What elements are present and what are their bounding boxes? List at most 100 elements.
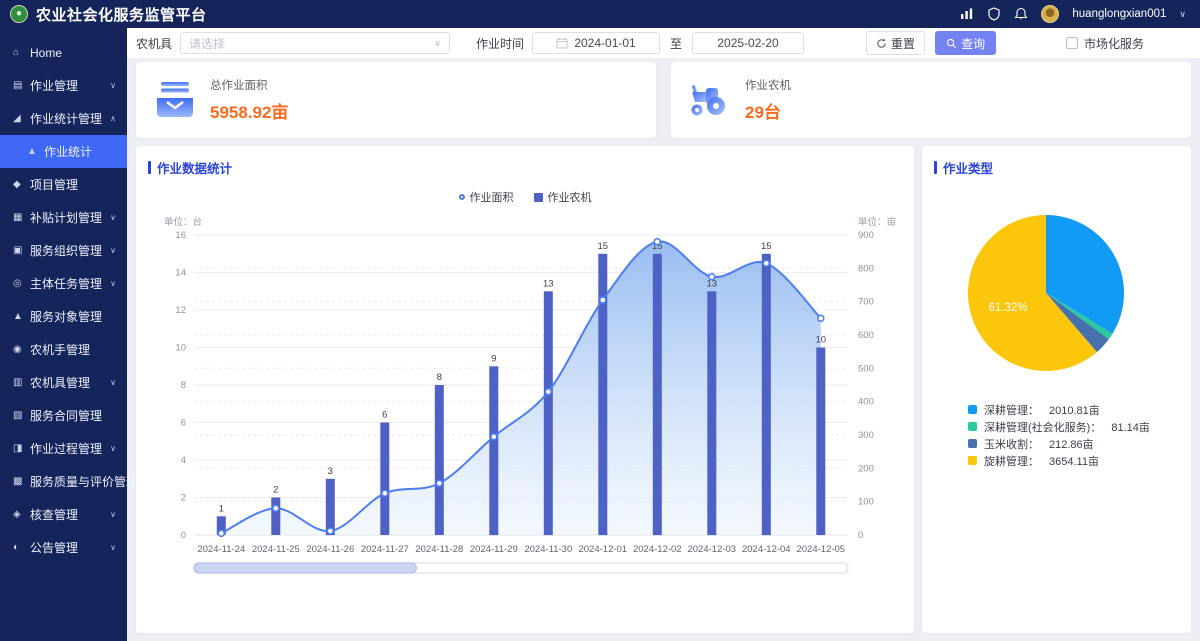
bar-2024-11-29[interactable] bbox=[489, 366, 498, 535]
line-marker-2024-11-24[interactable] bbox=[218, 530, 224, 536]
sidebar-item-project-mgmt[interactable]: ◆项目管理 bbox=[0, 168, 127, 201]
help-shield-icon[interactable] bbox=[987, 7, 1001, 21]
legend-swatch-icon bbox=[968, 439, 977, 448]
object-icon: ▲ bbox=[13, 311, 30, 322]
svg-text:2: 2 bbox=[273, 485, 278, 496]
sidebar-item-label: 服务对象管理 bbox=[30, 308, 102, 325]
combo-chart: 0246810121416010020030040050060070080090… bbox=[136, 209, 914, 583]
charts-row: 作业数据统计 作业面积作业农机 024681012141601002003004… bbox=[136, 146, 1191, 633]
sidebar-item-service-quality-eval-mgmt[interactable]: ▩服务质量与评价管理∨ bbox=[0, 465, 127, 498]
sidebar-item-label: 作业过程管理 bbox=[30, 440, 102, 457]
sidebar-item-home[interactable]: ⌂Home bbox=[0, 36, 127, 69]
bar-2024-12-03[interactable] bbox=[707, 291, 716, 535]
svg-text:0: 0 bbox=[858, 530, 863, 541]
svg-text:900: 900 bbox=[858, 230, 874, 241]
sidebar-item-job-stats-mgmt[interactable]: ◢作业统计管理∧ bbox=[0, 102, 127, 135]
sidebar-item-subsidy-plan-mgmt[interactable]: ▦补贴计划管理∨ bbox=[0, 201, 127, 234]
svg-text:500: 500 bbox=[858, 363, 874, 374]
reset-button[interactable]: 重置 bbox=[866, 31, 925, 55]
bar-2024-11-26[interactable] bbox=[326, 479, 335, 535]
sidebar-item-job-process-mgmt[interactable]: ◨作业过程管理∨ bbox=[0, 432, 127, 465]
sidebar-item-service-org-mgmt[interactable]: ▣服务组织管理∨ bbox=[0, 234, 127, 267]
line-marker-2024-11-28[interactable] bbox=[436, 480, 442, 486]
svg-text:200: 200 bbox=[858, 463, 874, 474]
bar-2024-11-25[interactable] bbox=[271, 498, 280, 536]
chevron-down-icon: ∨ bbox=[110, 543, 116, 552]
combo-chart-svg: 0246810121416010020030040050060070080090… bbox=[150, 209, 900, 583]
username[interactable]: huanglongxian001 bbox=[1072, 8, 1166, 20]
sidebar-item-job-mgmt[interactable]: ▤作业管理∨ bbox=[0, 69, 127, 102]
bar-2024-11-27[interactable] bbox=[380, 423, 389, 536]
svg-text:2024-11-27: 2024-11-27 bbox=[361, 544, 409, 555]
svg-text:2024-12-02: 2024-12-02 bbox=[633, 544, 682, 555]
sidebar-item-job-stats[interactable]: ▲作业统计 bbox=[0, 135, 127, 168]
svg-text:300: 300 bbox=[858, 430, 874, 441]
svg-text:单位：台: 单位：台 bbox=[164, 216, 202, 228]
sidebar-item-machine-operator-mgmt[interactable]: ◉农机手管理 bbox=[0, 333, 127, 366]
machine-select-label: 农机具 bbox=[136, 35, 172, 52]
date-start-value: 2024-01-01 bbox=[574, 36, 635, 50]
pie-legend-item[interactable]: 深耕管理(社会化服务)：81.14亩 bbox=[968, 418, 1191, 435]
search-button[interactable]: 查询 bbox=[935, 31, 996, 55]
line-marker-2024-11-27[interactable] bbox=[382, 490, 388, 496]
bar-2024-11-28[interactable] bbox=[435, 385, 444, 535]
date-end-input[interactable]: 2025-02-20 bbox=[692, 32, 804, 54]
chevron-up-icon: ∧ bbox=[110, 114, 116, 123]
chevron-down-icon: ∨ bbox=[110, 378, 116, 387]
line-marker-2024-12-04[interactable] bbox=[763, 260, 769, 266]
bar-2024-11-30[interactable] bbox=[544, 291, 553, 535]
svg-text:2024-11-26: 2024-11-26 bbox=[306, 544, 354, 555]
chevron-down-icon[interactable]: ∨ bbox=[1179, 9, 1186, 20]
svg-text:14: 14 bbox=[175, 268, 186, 279]
sidebar-item-inspection-mgmt[interactable]: ◈核查管理∨ bbox=[0, 498, 127, 531]
bar-2024-12-02[interactable] bbox=[653, 254, 662, 535]
market-service-toggle[interactable]: 市场化服务 bbox=[1066, 35, 1144, 52]
sidebar-item-service-object-mgmt[interactable]: ▲服务对象管理 bbox=[0, 300, 127, 333]
market-service-checkbox[interactable] bbox=[1066, 37, 1078, 49]
pie-legend-item[interactable]: 玉米收割：212.86亩 bbox=[968, 435, 1191, 452]
machine-select[interactable]: 请选择 ∨ bbox=[180, 32, 450, 54]
svg-text:8: 8 bbox=[181, 380, 186, 391]
main-content: 农机具 请选择 ∨ 作业时间 2024-01-01 至 2025-02-20 重… bbox=[127, 28, 1200, 641]
sidebar-item-label: 作业统计管理 bbox=[30, 110, 102, 127]
bar-2024-12-05[interactable] bbox=[816, 348, 825, 536]
stat-label: 总作业面积 bbox=[210, 77, 288, 93]
line-marker-2024-12-03[interactable] bbox=[709, 274, 715, 280]
chevron-down-icon: ∨ bbox=[110, 279, 116, 288]
operator-icon: ◉ bbox=[13, 344, 30, 355]
line-marker-2024-11-29[interactable] bbox=[491, 434, 497, 440]
sidebar-item-label: 核查管理 bbox=[30, 506, 78, 523]
plan-icon: ▦ bbox=[13, 212, 30, 223]
legend-line-swatch-icon bbox=[459, 194, 465, 200]
pie-legend-item[interactable]: 旋耕管理：3654.11亩 bbox=[968, 452, 1191, 469]
line-marker-2024-11-25[interactable] bbox=[273, 505, 279, 511]
tractor-icon bbox=[689, 82, 731, 118]
sidebar-item-machine-mgmt[interactable]: ▥农机具管理∨ bbox=[0, 366, 127, 399]
bell-icon[interactable] bbox=[1014, 7, 1028, 21]
sidebar-item-label: 公告管理 bbox=[30, 539, 78, 556]
stat-value: 5958.92亩 bbox=[210, 98, 288, 123]
legend-item-作业面积[interactable]: 作业面积 bbox=[459, 189, 514, 205]
sidebar-item-notice-mgmt[interactable]: ◐公告管理∨ bbox=[0, 531, 127, 564]
chart-icon[interactable] bbox=[960, 7, 974, 21]
market-service-label: 市场化服务 bbox=[1084, 35, 1144, 52]
svg-text:10: 10 bbox=[816, 335, 827, 346]
legend-item-作业农机[interactable]: 作业农机 bbox=[534, 189, 592, 205]
avatar[interactable] bbox=[1041, 5, 1059, 23]
svg-text:10: 10 bbox=[175, 343, 186, 354]
svg-text:4: 4 bbox=[181, 455, 186, 466]
line-marker-2024-12-05[interactable] bbox=[818, 315, 824, 321]
svg-text:15: 15 bbox=[598, 241, 609, 252]
date-start-input[interactable]: 2024-01-01 bbox=[532, 32, 660, 54]
sidebar-item-subject-task-mgmt[interactable]: ◎主体任务管理∨ bbox=[0, 267, 127, 300]
line-marker-2024-12-01[interactable] bbox=[600, 297, 606, 303]
data-zoom-thumb[interactable] bbox=[194, 563, 416, 573]
pie-legend-item[interactable]: 深耕管理：2010.81亩 bbox=[968, 401, 1191, 418]
chevron-down-icon: ∨ bbox=[110, 213, 116, 222]
line-marker-2024-11-30[interactable] bbox=[545, 389, 551, 395]
sidebar-menu: ⌂Home▤作业管理∨◢作业统计管理∧▲作业统计◆项目管理▦补贴计划管理∨▣服务… bbox=[0, 36, 127, 564]
sidebar-item-service-contract-mgmt[interactable]: ▧服务合同管理 bbox=[0, 399, 127, 432]
bar-2024-12-04[interactable] bbox=[762, 254, 771, 535]
line-marker-2024-11-26[interactable] bbox=[327, 528, 333, 534]
line-marker-2024-12-02[interactable] bbox=[654, 239, 660, 245]
